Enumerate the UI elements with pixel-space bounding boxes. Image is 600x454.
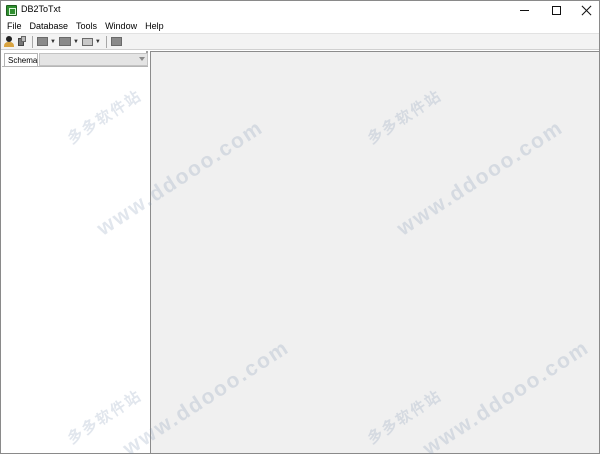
close-button[interactable] bbox=[571, 1, 600, 19]
title-bar[interactable]: DB2ToTxt bbox=[1, 1, 599, 19]
menu-bar: File Database Tools Window Help bbox=[1, 19, 599, 33]
chevron-down-icon[interactable]: ▼ bbox=[95, 39, 101, 45]
close-icon bbox=[581, 5, 592, 16]
menu-database[interactable]: Database bbox=[27, 21, 72, 31]
tab-schema[interactable]: Schema bbox=[4, 53, 38, 66]
window-title: DB2ToTxt bbox=[21, 4, 61, 14]
menu-file[interactable]: File bbox=[4, 21, 25, 31]
minimize-button[interactable] bbox=[509, 1, 539, 19]
export-button[interactable]: ▼ bbox=[37, 35, 56, 48]
monitor-icon bbox=[81, 37, 93, 46]
table-icon bbox=[58, 37, 71, 46]
app-icon bbox=[6, 5, 17, 16]
app-window: DB2ToTxt File Database Tools Window Help bbox=[0, 0, 600, 454]
toolbar-separator bbox=[105, 35, 107, 48]
minimize-icon bbox=[519, 9, 529, 11]
menu-window[interactable]: Window bbox=[102, 21, 140, 31]
maximize-button[interactable] bbox=[541, 1, 571, 19]
menu-help[interactable]: Help bbox=[142, 21, 167, 31]
connect-button[interactable] bbox=[4, 35, 14, 48]
maximize-icon bbox=[551, 5, 561, 15]
mdi-workspace[interactable] bbox=[150, 51, 599, 453]
connect-user-icon bbox=[4, 36, 14, 47]
schema-tab-row: Schema bbox=[2, 53, 148, 66]
menu-tools[interactable]: Tools bbox=[73, 21, 100, 31]
disconnect-button[interactable] bbox=[17, 35, 27, 48]
chevron-down-icon[interactable]: ▼ bbox=[73, 39, 79, 45]
schema-tree[interactable] bbox=[2, 66, 148, 453]
export-icon bbox=[37, 37, 48, 46]
chevron-down-icon[interactable]: ▼ bbox=[50, 39, 56, 45]
schema-select[interactable] bbox=[39, 53, 148, 66]
chevron-down-icon[interactable] bbox=[139, 57, 145, 61]
schema-panel: Schema bbox=[2, 51, 148, 453]
toolbar: ▼ ▼ ▼ bbox=[1, 33, 599, 50]
disconnect-icon bbox=[17, 36, 27, 47]
monitor-button[interactable]: ▼ bbox=[81, 35, 101, 48]
toolbar-separator bbox=[32, 35, 33, 48]
stop-button[interactable] bbox=[110, 35, 122, 48]
stop-icon bbox=[110, 37, 122, 46]
table-button[interactable]: ▼ bbox=[58, 35, 79, 48]
